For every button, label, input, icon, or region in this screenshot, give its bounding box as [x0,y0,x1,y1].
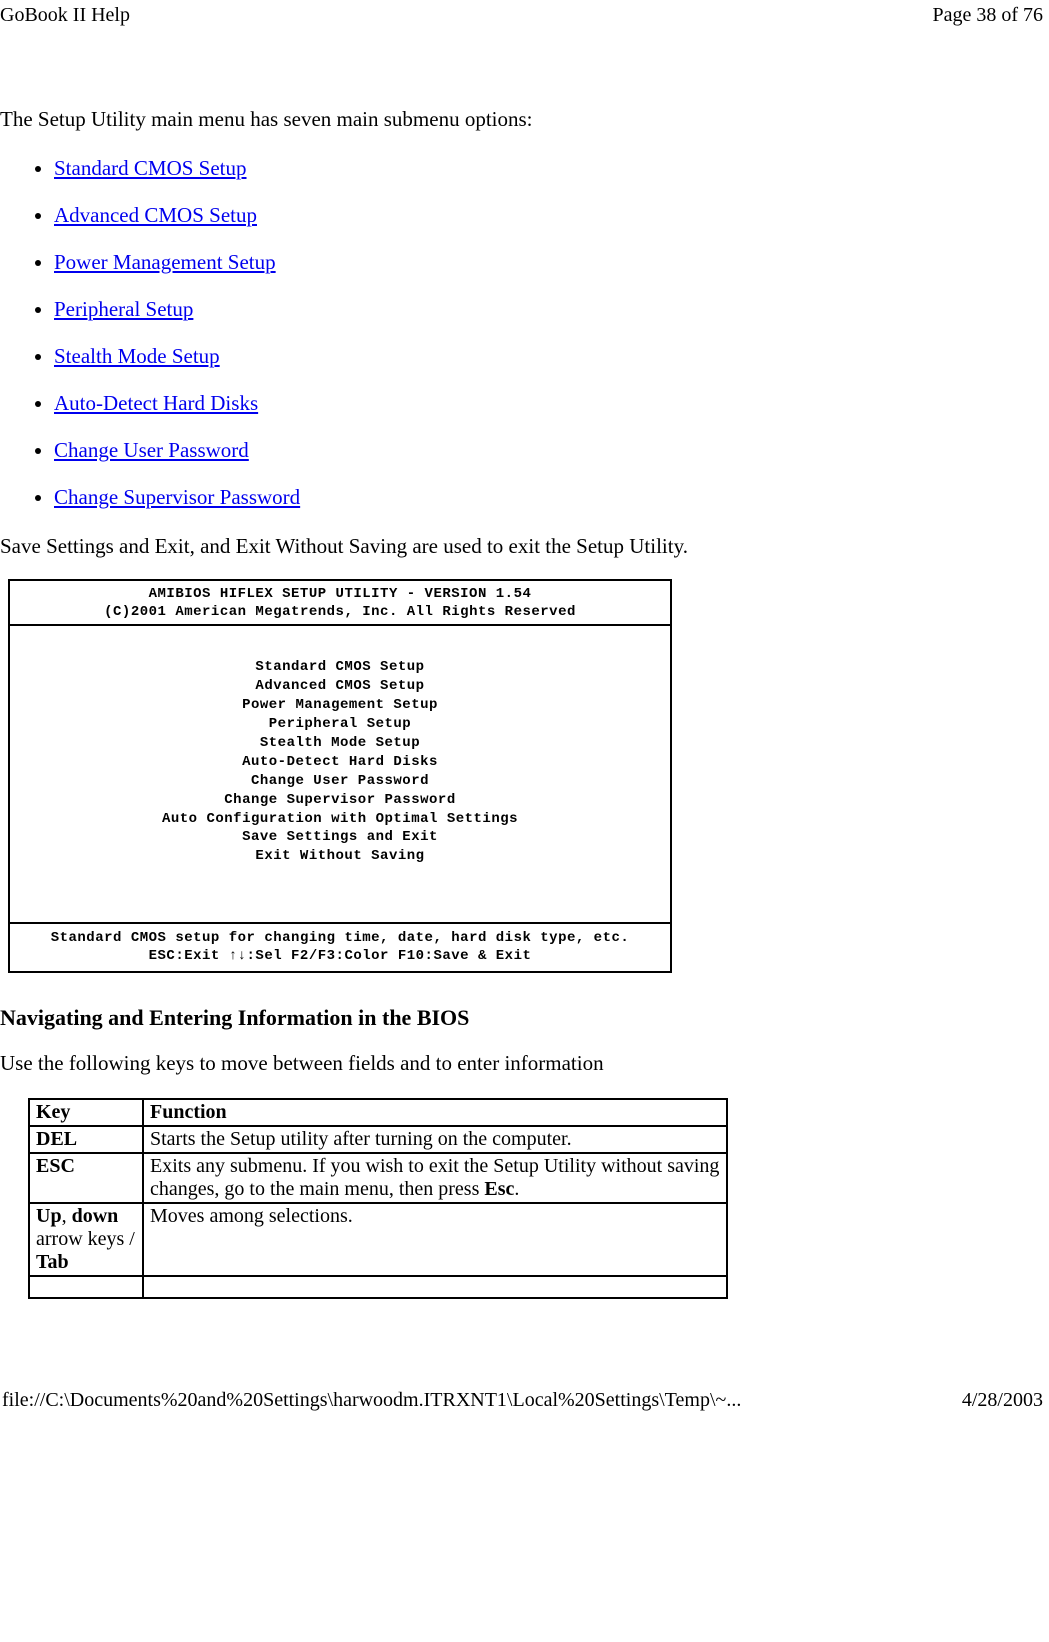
key-sep: , [62,1205,72,1227]
table-row: DEL Starts the Setup utility after turni… [29,1126,727,1153]
func-text-bold: Esc [484,1178,514,1200]
bios-header-line1: AMIBIOS HIFLEX SETUP UTILITY - VERSION 1… [10,585,670,603]
bios-menu-item: Change Supervisor Password [10,791,670,810]
td-key: Up, down arrow keys / Tab [29,1203,143,1276]
td-function: Starts the Setup utility after turning o… [143,1126,727,1153]
footer-right: 4/28/2003 [962,1389,1043,1412]
section-heading: Navigating and Entering Information in t… [0,1005,1049,1031]
key-up: Up [36,1205,62,1227]
list-item: Auto-Detect Hard Disks [54,391,1049,416]
td-key: DEL [29,1126,143,1153]
bios-menu-item: Peripheral Setup [10,715,670,734]
bios-screenshot: AMIBIOS HIFLEX SETUP UTILITY - VERSION 1… [8,579,672,973]
list-item: Advanced CMOS Setup [54,203,1049,228]
bios-menu-item: Advanced CMOS Setup [10,677,670,696]
page-footer: file://C:\Documents%20and%20Settings\har… [0,1389,1049,1416]
td-function: Exits any submenu. If you wish to exit t… [143,1153,727,1203]
td-key: ESC [29,1153,143,1203]
bios-menu-item: Save Settings and Exit [10,828,670,847]
key-function-table: Key Function DEL Starts the Setup utilit… [28,1098,728,1299]
submenu-list: Standard CMOS Setup Advanced CMOS Setup … [54,156,1049,510]
link-change-super-pw[interactable]: Change Supervisor Password [54,485,300,509]
th-function: Function [143,1099,727,1126]
link-auto-detect[interactable]: Auto-Detect Hard Disks [54,391,258,415]
th-key: Key [29,1099,143,1126]
func-text-post: . [514,1178,519,1200]
key-esc: ESC [36,1155,75,1177]
bios-footer-line1: Standard CMOS setup for changing time, d… [10,929,670,947]
td-function: Moves among selections. [143,1203,727,1276]
header-left: GoBook II Help [0,4,130,27]
list-item: Power Management Setup [54,250,1049,275]
list-item: Change Supervisor Password [54,485,1049,510]
link-power-management[interactable]: Power Management Setup [54,250,276,274]
td-key-empty [29,1276,143,1298]
exit-note: Save Settings and Exit, and Exit Without… [0,534,1049,559]
func-text: Moves among selections. [150,1205,353,1227]
link-change-user-pw[interactable]: Change User Password [54,438,249,462]
footer-left: file://C:\Documents%20and%20Settings\har… [2,1389,741,1412]
func-text-pre: Exits any submenu. If you wish to exit t… [150,1155,719,1200]
bios-menu-item: Exit Without Saving [10,847,670,866]
link-standard-cmos[interactable]: Standard CMOS Setup [54,156,247,180]
link-stealth-mode[interactable]: Stealth Mode Setup [54,344,220,368]
list-item: Peripheral Setup [54,297,1049,322]
table-row: Up, down arrow keys / Tab Moves among se… [29,1203,727,1276]
page-header: GoBook II Help Page 38 of 76 [0,0,1049,27]
list-item: Change User Password [54,438,1049,463]
header-right: Page 38 of 76 [932,4,1043,27]
key-tail: arrow keys / [36,1228,135,1250]
list-item: Standard CMOS Setup [54,156,1049,181]
table-header-row: Key Function [29,1099,727,1126]
table-row-empty [29,1276,727,1298]
link-advanced-cmos[interactable]: Advanced CMOS Setup [54,203,257,227]
key-tab: Tab [36,1251,69,1273]
bios-menu-item: Auto Configuration with Optimal Settings [10,810,670,829]
td-function-empty [143,1276,727,1298]
bios-menu: Standard CMOS Setup Advanced CMOS Setup … [10,626,670,922]
bios-menu-item: Standard CMOS Setup [10,658,670,677]
bios-footer: Standard CMOS setup for changing time, d… [10,922,670,970]
bios-footer-line2: ESC:Exit ↑↓:Sel F2/F3:Color F10:Save & E… [10,947,670,965]
bios-menu-item: Change User Password [10,772,670,791]
key-del: DEL [36,1128,77,1150]
bios-menu-item: Auto-Detect Hard Disks [10,753,670,772]
key-down: down [72,1205,119,1227]
link-peripheral[interactable]: Peripheral Setup [54,297,193,321]
intro-text: The Setup Utility main menu has seven ma… [0,107,1049,132]
list-item: Stealth Mode Setup [54,344,1049,369]
table-row: ESC Exits any submenu. If you wish to ex… [29,1153,727,1203]
bios-header: AMIBIOS HIFLEX SETUP UTILITY - VERSION 1… [10,581,670,626]
func-text: Starts the Setup utility after turning o… [150,1128,572,1150]
nav-intro: Use the following keys to move between f… [0,1051,1049,1076]
bios-header-line2: (C)2001 American Megatrends, Inc. All Ri… [10,603,670,621]
bios-menu-item: Stealth Mode Setup [10,734,670,753]
bios-menu-item: Power Management Setup [10,696,670,715]
